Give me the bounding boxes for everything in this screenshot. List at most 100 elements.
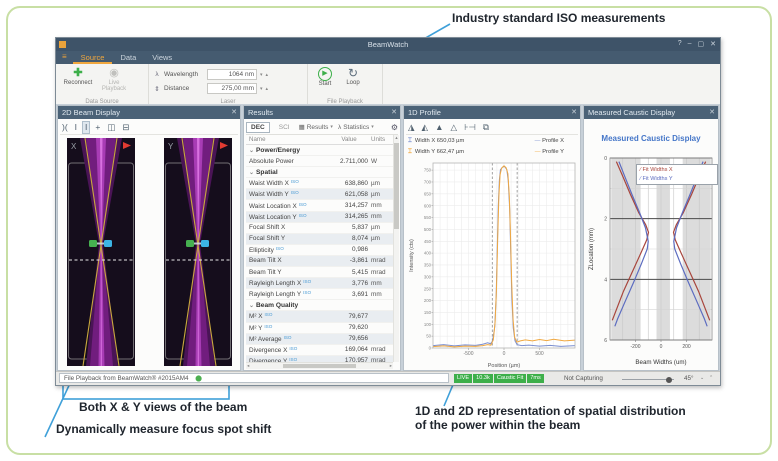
table-row[interactable]: Waist Location XISO314,257mm [246,200,393,211]
ribbon-group-laser: λ Wavelength 1064 nm ▾ ▴ ⇕ Distance 275,… [149,64,308,106]
live-playback-button[interactable]: ◉ Live Playback [96,67,132,92]
profile-y-legend: — Profile Y [535,149,564,155]
width-cursors-icon[interactable]: ⊦⊣ [462,122,478,133]
close-button[interactable]: ✕ [710,40,716,48]
results-dropdown[interactable]: ▦ Results ▾ [299,123,333,131]
table-row[interactable]: Rayleigh Length YISO3,691mm [246,289,393,300]
chevron-down-icon[interactable]: ▾ [260,86,263,92]
waist-marker-green[interactable] [186,240,194,247]
table-row[interactable]: ⌄Spatial [246,167,393,178]
tab-views[interactable]: Views [144,51,180,64]
close-icon[interactable]: ✕ [571,106,577,119]
gauss-fit-icon[interactable]: △ [449,122,460,133]
table-row[interactable]: Focal Shift Y8,074µm [246,234,393,245]
iso-tag: ISO [299,202,307,207]
loop-button[interactable]: ↻ Loop [340,67,366,86]
collapse-icon[interactable]: ⌄ [249,303,254,309]
capture-state-label: Not Capturing [564,375,603,382]
start-button[interactable]: ▶ Start [312,67,338,87]
stepper-up-icon[interactable]: ▴ [266,86,269,92]
panel-header: 2D Beam Display ✕ [58,106,240,119]
tab-dec[interactable]: DEC [246,122,270,133]
table-row[interactable]: M² XISO79,677 [246,311,393,322]
svg-text:0: 0 [503,351,506,357]
copy-chart-icon[interactable]: ⧉ [481,122,491,133]
iso-tag: ISO [299,213,307,218]
collapse-icon[interactable]: ⌄ [249,170,254,176]
panel-results: Results ✕ DEC SCI ▦ Results ▾ λ Statisti… [243,105,401,371]
table-row[interactable]: ⌄Power/Energy [246,145,393,156]
ibeam-cursor-icon[interactable]: I [73,122,79,133]
width-cursor-icon: ⌶ [408,148,412,156]
svg-text:550: 550 [424,215,432,220]
chevron-down-icon[interactable]: ⌄ [700,375,704,381]
statistics-dropdown[interactable]: λ Statistics ▾ [338,124,374,131]
table-row[interactable]: Focal Shift X5,837µm [246,223,393,234]
horizontal-scrollbar[interactable]: ◂▸ [246,362,393,369]
caustic-cursor-icon[interactable]: )( [60,122,70,133]
table-row[interactable]: M² YISO79,620 [246,323,393,334]
table-row[interactable]: Waist Width YISO621,058µm [246,189,393,200]
start-icon: ▶ [318,67,332,81]
ribbon-group-data-source: ✚ Reconnect ◉ Live Playback Data Source [56,64,149,106]
table-row[interactable]: M² AverageISO79,656 [246,334,393,345]
close-icon[interactable]: ✕ [391,106,397,119]
wavelength-input[interactable]: 1064 nm [207,69,257,80]
help-button[interactable]: ? [678,40,682,48]
status-badge: LIVE [454,374,472,383]
svg-text:-500: -500 [463,351,473,357]
caustic-chart-title: Measured Caustic Display [584,134,718,143]
tab-sci[interactable]: SCI [275,123,294,132]
distance-input[interactable]: 275,00 mm [207,83,257,94]
table-row[interactable]: Rayleigh Length XISO3,776mm [246,278,393,289]
vertical-scrollbar[interactable]: ▲ [393,135,399,362]
svg-text:150: 150 [424,310,432,315]
profile-overlay-icon[interactable]: ▲ [433,122,445,133]
split-horizontal-icon[interactable]: ⊟ [120,122,131,133]
table-row[interactable]: EllipticityISO0,986 [246,245,393,256]
tab-data[interactable]: Data [112,51,144,64]
profile-legend: ⌶ Width X 650,03 µm — Profile X ⌶ Width … [408,135,578,159]
split-vertical-icon[interactable]: ◫ [105,122,117,133]
playback-slider-handle[interactable] [666,377,672,383]
callout-focus-shift: Dynamically measure focus spot shift [56,423,271,437]
svg-text:350: 350 [424,263,432,268]
table-row[interactable]: Beam Tilt Y5,415mrad [246,267,393,278]
tab-source[interactable]: Source [73,51,113,64]
distance-icon: ⇕ [153,85,161,93]
table-row[interactable]: Beam Tilt X-3,861mrad [246,256,393,267]
collapse-icon[interactable]: ⌄ [249,148,254,154]
beam-display-toolbar: )(II+◫⊟ [60,120,238,135]
app-menu-tab[interactable]: ≡ [56,51,73,64]
chevron-up-icon[interactable]: ⌃ [709,375,713,381]
width-x-readout: Width X 650,03 µm [415,138,464,144]
reconnect-button[interactable]: ✚ Reconnect [60,67,96,86]
svg-text:700: 700 [424,180,432,185]
minimize-button[interactable]: – [688,40,692,48]
svg-text:0: 0 [660,344,663,350]
results-column-headers: Name Value Units [246,135,393,145]
ibeam-active-icon[interactable]: I [82,121,90,134]
gear-icon[interactable]: ⚙ [391,123,398,132]
table-row[interactable]: Divergence XISO169,064mrad [246,345,393,356]
angle-readout: 45° [684,375,694,382]
close-icon[interactable]: ✕ [231,106,237,119]
svg-text:Y: Y [168,142,174,151]
close-icon[interactable]: ✕ [709,106,715,119]
table-row[interactable]: ⌄Beam Quality [246,300,393,311]
crosshair-icon[interactable]: + [93,122,102,133]
table-row[interactable]: Waist Width XISO638,860µm [246,178,393,189]
waist-marker-green[interactable] [89,240,97,247]
profile-y-icon[interactable]: ◭ [420,122,431,133]
wavelength-label: Wavelength [164,71,204,78]
svg-text:250: 250 [424,286,432,291]
table-row[interactable]: Absolute Power2.711,000W [246,156,393,167]
wavelength-icon: λ [153,71,161,78]
profile-x-icon[interactable]: ◮ [406,122,417,133]
waist-marker-cyan[interactable] [201,240,209,247]
stepper-up-icon[interactable]: ▴ [266,72,269,78]
chevron-down-icon[interactable]: ▾ [260,72,263,78]
table-row[interactable]: Waist Location YISO314,265mm [246,212,393,223]
waist-marker-cyan[interactable] [104,240,112,247]
maximize-button[interactable]: ▢ [698,40,705,48]
